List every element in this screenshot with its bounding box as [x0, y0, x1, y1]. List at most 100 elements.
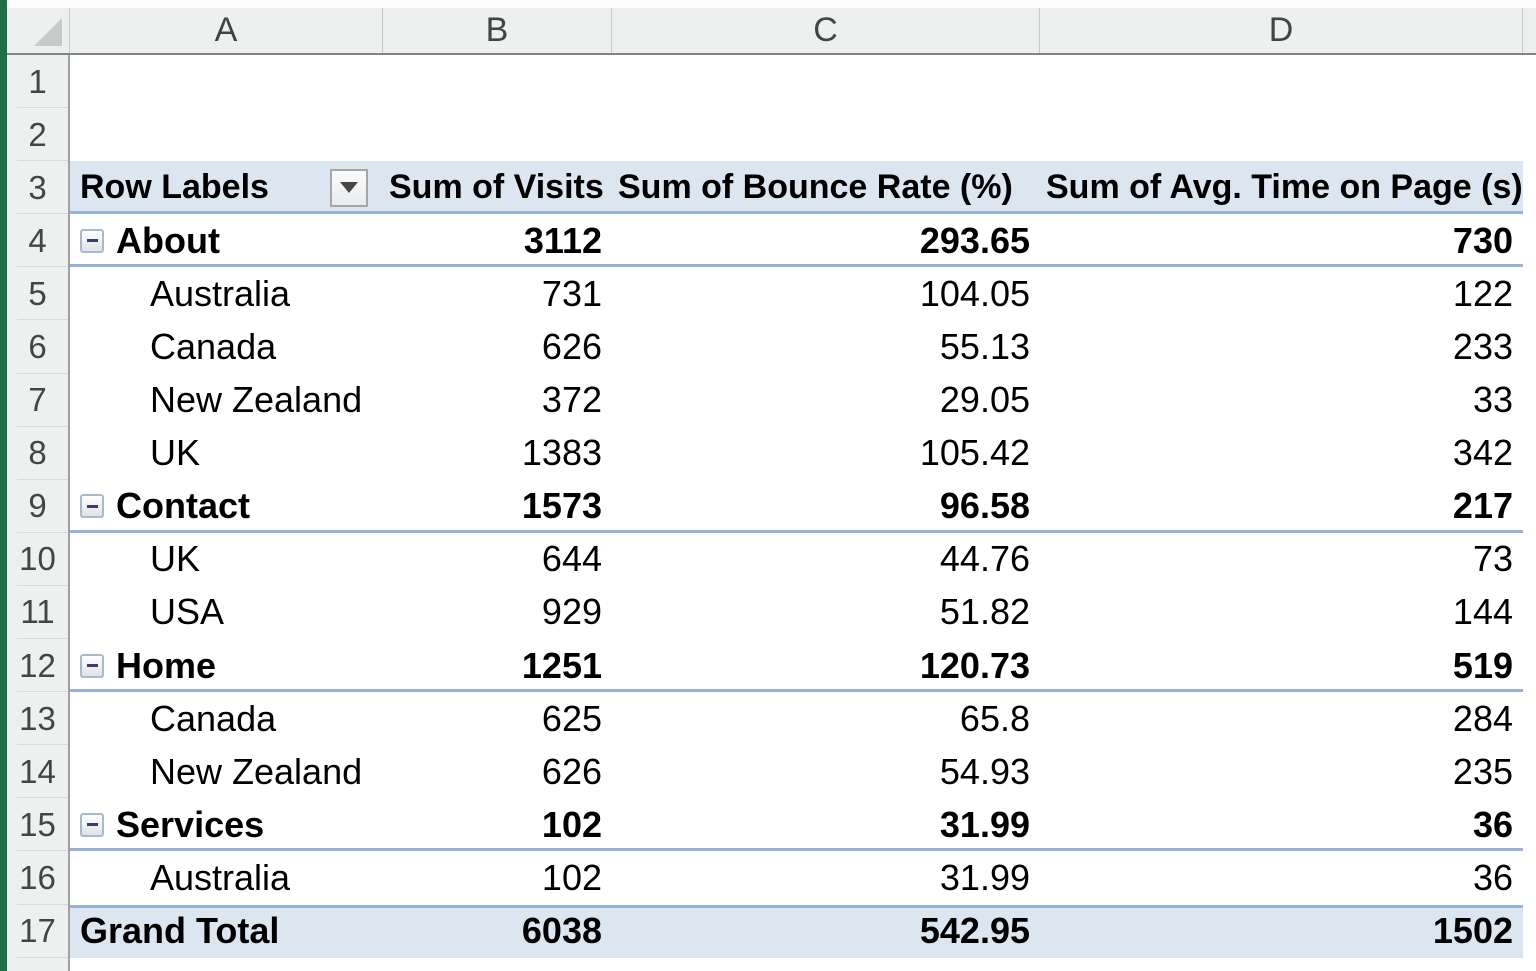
- select-all-corner[interactable]: [7, 8, 70, 53]
- visits-value-cell[interactable]: 1251: [383, 639, 612, 692]
- avg-time-value-cell[interactable]: 1502: [1040, 905, 1523, 958]
- row-label-text: New Zealand: [150, 751, 362, 793]
- bounce-rate-value-cell[interactable]: 105.42: [612, 427, 1040, 480]
- row-number[interactable]: 4: [7, 214, 68, 267]
- bounce-rate-value-cell[interactable]: 54.93: [612, 745, 1040, 798]
- row-label-cell[interactable]: Contact: [70, 480, 383, 533]
- bounce-rate-value-cell[interactable]: 104.05: [612, 267, 1040, 320]
- row-label-cell[interactable]: USA: [70, 586, 383, 639]
- row-number[interactable]: 11: [7, 586, 68, 639]
- avg-time-value-cell[interactable]: 122: [1040, 267, 1523, 320]
- row-label-cell[interactable]: Australia: [70, 851, 383, 904]
- pivot-table-row: Contact 1573 96.58 217: [70, 480, 1523, 533]
- bounce-rate-header-cell[interactable]: Sum of Bounce Rate (%): [612, 161, 1040, 214]
- row-label-text: Home: [116, 645, 216, 687]
- row-number[interactable]: 9: [7, 480, 68, 533]
- column-header-D[interactable]: D: [1040, 8, 1523, 53]
- row-label-text: UK: [150, 538, 200, 580]
- bounce-rate-value-cell[interactable]: 55.13: [612, 320, 1040, 373]
- row-number[interactable]: 15: [7, 798, 68, 851]
- row-number[interactable]: 2: [7, 108, 68, 161]
- avg-time-value-cell[interactable]: 235: [1040, 745, 1523, 798]
- bounce-rate-value-cell[interactable]: 293.65: [612, 214, 1040, 267]
- column-header-B[interactable]: B: [383, 8, 612, 53]
- avg-time-value-cell[interactable]: 519: [1040, 639, 1523, 692]
- avg-time-value-cell[interactable]: 73: [1040, 533, 1523, 586]
- row-label-cell[interactable]: New Zealand: [70, 745, 383, 798]
- row-label-cell[interactable]: Home: [70, 639, 383, 692]
- row-number[interactable]: 12: [7, 639, 68, 692]
- avg-time-value-cell[interactable]: 144: [1040, 586, 1523, 639]
- collapse-expand-button[interactable]: [80, 813, 104, 837]
- avg-time-value-cell[interactable]: 217: [1040, 480, 1523, 533]
- row-number[interactable]: 13: [7, 692, 68, 745]
- avg-time-value-cell[interactable]: 233: [1040, 320, 1523, 373]
- pivot-table-row: Canada 625 65.8 284: [70, 692, 1523, 745]
- visits-value-cell[interactable]: 929: [383, 586, 612, 639]
- row-label-cell[interactable]: Grand Total: [70, 905, 383, 958]
- pivot-table-row: UK 644 44.76 73: [70, 533, 1523, 586]
- avg-time-value-cell[interactable]: 36: [1040, 798, 1523, 851]
- collapse-expand-button[interactable]: [80, 229, 104, 253]
- collapse-expand-button[interactable]: [80, 654, 104, 678]
- visits-value-cell[interactable]: 6038: [383, 905, 612, 958]
- row-number-column: 1 2 3 4 5 6 7 8 9 10 11 12 13 14 15 16 1…: [7, 55, 70, 971]
- visits-value-cell[interactable]: 102: [383, 851, 612, 904]
- row-number[interactable]: 17: [7, 905, 68, 958]
- visits-value-cell[interactable]: 626: [383, 320, 612, 373]
- row-number[interactable]: 7: [7, 374, 68, 427]
- visits-value-cell[interactable]: 102: [383, 798, 612, 851]
- bounce-rate-value-cell[interactable]: 542.95: [612, 905, 1040, 958]
- row-number[interactable]: 14: [7, 745, 68, 798]
- column-header-A[interactable]: A: [70, 8, 383, 53]
- bounce-rate-value-cell[interactable]: 96.58: [612, 480, 1040, 533]
- row-label-text: About: [116, 220, 220, 262]
- visits-value-cell[interactable]: 1573: [383, 480, 612, 533]
- visits-value-cell[interactable]: 626: [383, 745, 612, 798]
- visits-value-cell[interactable]: 644: [383, 533, 612, 586]
- collapse-expand-button[interactable]: [80, 494, 104, 518]
- visits-value-cell[interactable]: 1383: [383, 427, 612, 480]
- avg-time-value-cell[interactable]: 730: [1040, 214, 1523, 267]
- visits-value-cell[interactable]: 3112: [383, 214, 612, 267]
- row-number[interactable]: 6: [7, 320, 68, 373]
- row-label-text: UK: [150, 432, 200, 474]
- avg-time-header-cell[interactable]: Sum of Avg. Time on Page (s): [1040, 161, 1523, 214]
- column-header-C[interactable]: C: [612, 8, 1040, 53]
- avg-time-value-cell[interactable]: 284: [1040, 692, 1523, 745]
- pivot-table-row: New Zealand 372 29.05 33: [70, 374, 1523, 427]
- row-number[interactable]: 16: [7, 851, 68, 904]
- row-label-cell[interactable]: New Zealand: [70, 374, 383, 427]
- row-number[interactable]: 3: [7, 161, 68, 214]
- row-label-cell[interactable]: Services: [70, 798, 383, 851]
- row-label-text: Contact: [116, 485, 250, 527]
- bounce-rate-value-cell[interactable]: 44.76: [612, 533, 1040, 586]
- visits-value-cell[interactable]: 731: [383, 267, 612, 320]
- avg-time-value-cell[interactable]: 36: [1040, 851, 1523, 904]
- row-label-cell[interactable]: Canada: [70, 692, 383, 745]
- visits-header-cell[interactable]: Sum of Visits: [383, 161, 612, 214]
- row-number[interactable]: 5: [7, 267, 68, 320]
- row-number[interactable]: 1: [7, 55, 68, 108]
- row-number[interactable]: 10: [7, 533, 68, 586]
- row-label-text: Canada: [150, 698, 276, 740]
- avg-time-value-cell[interactable]: 342: [1040, 427, 1523, 480]
- empty-rows-1-2[interactable]: [70, 55, 1536, 161]
- bounce-rate-value-cell[interactable]: 31.99: [612, 851, 1040, 904]
- row-label-cell[interactable]: UK: [70, 533, 383, 586]
- row-label-cell[interactable]: Canada: [70, 320, 383, 373]
- row-label-cell[interactable]: UK: [70, 427, 383, 480]
- bounce-rate-value-cell[interactable]: 120.73: [612, 639, 1040, 692]
- row-label-cell[interactable]: About: [70, 214, 383, 267]
- avg-time-value-cell[interactable]: 33: [1040, 374, 1523, 427]
- visits-value-cell[interactable]: 625: [383, 692, 612, 745]
- row-number[interactable]: 8: [7, 427, 68, 480]
- bounce-rate-value-cell[interactable]: 51.82: [612, 586, 1040, 639]
- bounce-rate-value-cell[interactable]: 29.05: [612, 374, 1040, 427]
- bounce-rate-value-cell[interactable]: 31.99: [612, 798, 1040, 851]
- bounce-rate-value-cell[interactable]: 65.8: [612, 692, 1040, 745]
- row-label-cell[interactable]: Australia: [70, 267, 383, 320]
- filter-dropdown-button[interactable]: [330, 169, 368, 207]
- row-labels-header-cell[interactable]: Row Labels: [70, 161, 383, 214]
- visits-value-cell[interactable]: 372: [383, 374, 612, 427]
